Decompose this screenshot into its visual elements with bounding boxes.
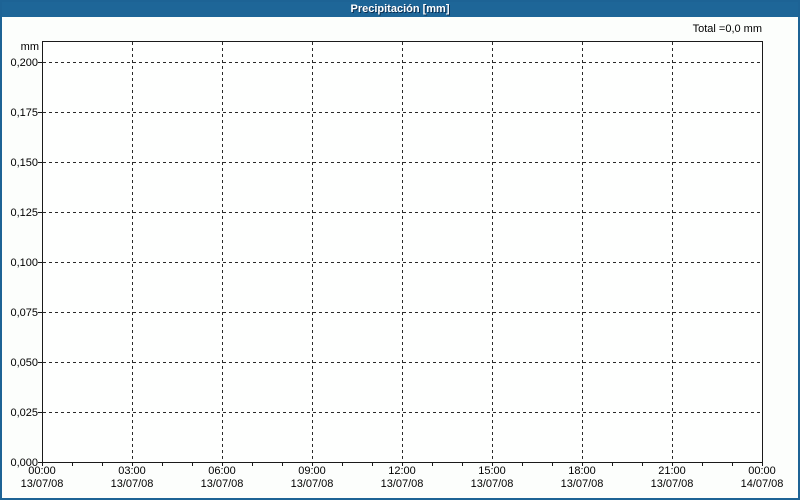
x-tick-label: 03:00 13/07/08: [94, 465, 170, 491]
chart-title: Precipitación [mm]: [350, 3, 450, 15]
y-tick-label: 0,125: [10, 207, 38, 219]
x-tick-date: 13/07/08: [110, 478, 154, 490]
x-tick-label: 09:00 13/07/08: [274, 465, 350, 491]
x-tick-date: 13/07/08: [470, 478, 514, 490]
x-tick-time: 00:00: [748, 465, 776, 477]
x-tick-date: 14/07/08: [740, 478, 784, 490]
x-tick-time: 09:00: [298, 465, 326, 477]
y-tick-label: 0,175: [10, 107, 38, 119]
x-tick-date: 13/07/08: [560, 478, 604, 490]
y-tick-label: 0,075: [10, 307, 38, 319]
x-tick-time: 15:00: [478, 465, 506, 477]
y-tick-label: 0,050: [10, 357, 38, 369]
x-tick-time: 12:00: [388, 465, 416, 477]
x-tick-date: 13/07/08: [290, 478, 334, 490]
y-axis-unit-label: mm: [20, 41, 39, 53]
chart-title-bar: Precipitación [mm]: [2, 2, 798, 17]
x-tick-label: 06:00 13/07/08: [184, 465, 260, 491]
x-tick-label: 00:00 13/07/08: [4, 465, 80, 491]
x-tick-label: 21:00 13/07/08: [634, 465, 710, 491]
x-tick-time: 03:00: [118, 465, 146, 477]
x-tick-date: 13/07/08: [650, 478, 694, 490]
x-tick-label: 18:00 13/07/08: [544, 465, 620, 491]
total-value-label: Total =0,0 mm: [692, 23, 762, 35]
x-tick-time: 06:00: [208, 465, 236, 477]
x-tick-time: 21:00: [658, 465, 686, 477]
x-tick-time: 00:00: [28, 465, 56, 477]
x-tick-time: 18:00: [568, 465, 596, 477]
x-tick-label: 12:00 13/07/08: [364, 465, 440, 491]
x-tick-label: 00:00 14/07/08: [724, 465, 798, 491]
y-tick-label: 0,025: [10, 407, 38, 419]
x-tick-date: 13/07/08: [200, 478, 244, 490]
y-tick-label: 0,100: [10, 257, 38, 269]
x-tick-label: 15:00 13/07/08: [454, 465, 530, 491]
chart-window: Precipitación [mm] Total =0,0 mm mm 0,20…: [0, 0, 800, 500]
x-tick-date: 13/07/08: [380, 478, 424, 490]
precipitation-chart-plot: [38, 41, 763, 466]
y-tick-label: 0,150: [10, 157, 38, 169]
y-tick-label: 0,200: [10, 57, 38, 69]
x-tick-date: 13/07/08: [20, 478, 64, 490]
